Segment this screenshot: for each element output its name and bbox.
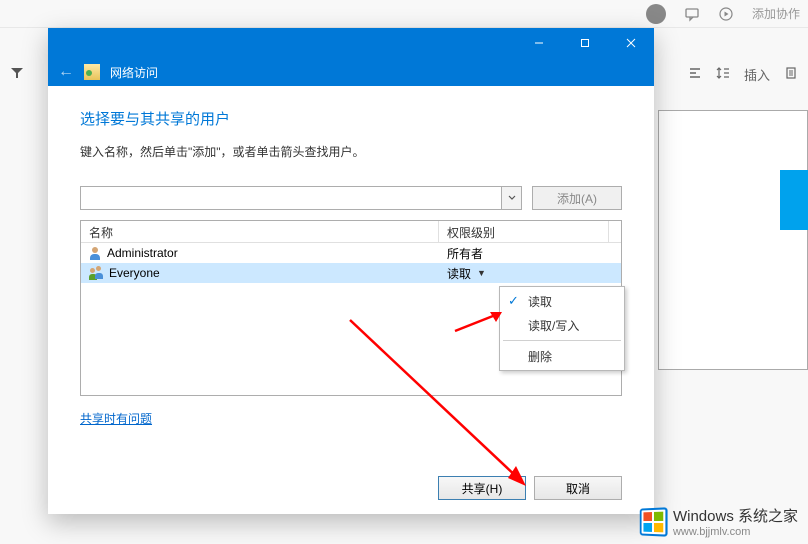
menu-label: 删除 — [528, 348, 552, 365]
row-name: Administrator — [107, 246, 178, 260]
watermark-brand: Windows 系统之家 — [673, 505, 798, 526]
folder-share-icon — [84, 64, 100, 80]
dialog-type-label: 网络访问 — [110, 64, 158, 81]
doc-icon — [784, 66, 798, 83]
row-permission: 所有者 — [447, 245, 483, 262]
watermark: Windows 系统之家 www.bjjmlv.com — [639, 505, 798, 538]
dialog-header-nav: ← 网络访问 — [48, 58, 654, 86]
user-name-input[interactable] — [81, 187, 501, 209]
menu-label: 读取/写入 — [528, 317, 579, 334]
menu-item-read[interactable]: ✓ 读取 — [502, 289, 622, 313]
column-permission-header[interactable]: 权限级别 — [439, 221, 609, 243]
column-name-header[interactable]: 名称 — [81, 221, 439, 243]
maximize-button[interactable] — [562, 28, 608, 58]
dialog-button-row: 共享(H) 取消 — [80, 476, 622, 500]
close-button[interactable] — [608, 28, 654, 58]
menu-separator — [503, 340, 621, 341]
list-row-everyone[interactable]: Everyone 读取 ▼ — [81, 263, 621, 283]
dialog-heading: 选择要与其共享的用户 — [80, 108, 622, 129]
group-icon — [89, 266, 105, 280]
chat-icon — [684, 6, 700, 22]
play-icon — [718, 6, 734, 22]
user-combobox[interactable] — [80, 186, 522, 210]
combobox-dropdown-icon[interactable] — [501, 187, 521, 209]
list-row-administrator[interactable]: Administrator 所有者 — [81, 243, 621, 263]
cancel-button[interactable]: 取消 — [534, 476, 622, 500]
minimize-button[interactable] — [516, 28, 562, 58]
menu-item-read-write[interactable]: 读取/写入 — [502, 313, 622, 337]
background-accent-strip — [780, 170, 808, 230]
add-button[interactable]: 添加(A) — [532, 186, 622, 210]
user-avatar-icon — [646, 4, 666, 24]
dialog-subtitle: 键入名称，然后单击"添加"，或者单击箭头查找用户。 — [80, 143, 622, 160]
insert-label: 插入 — [744, 65, 770, 84]
watermark-url: www.bjjmlv.com — [673, 526, 798, 538]
menu-item-delete[interactable]: 删除 — [502, 344, 622, 368]
help-link[interactable]: 共享时有问题 — [80, 410, 152, 427]
row-permission: 读取 — [447, 265, 471, 282]
network-access-dialog: ← 网络访问 选择要与其共享的用户 键入名称，然后单击"添加"，或者单击箭头查找… — [48, 28, 654, 514]
share-button[interactable]: 共享(H) — [438, 476, 526, 500]
menu-label: 读取 — [528, 293, 552, 310]
permission-dropdown-icon[interactable]: ▼ — [477, 268, 486, 278]
check-icon: ✓ — [508, 293, 519, 309]
dialog-titlebar — [48, 28, 654, 58]
windows-logo-icon — [640, 507, 668, 536]
add-user-row: 添加(A) — [80, 186, 622, 210]
permission-context-menu: ✓ 读取 读取/写入 删除 — [499, 286, 625, 371]
row-name: Everyone — [109, 266, 160, 280]
line-spacing-icon — [716, 66, 730, 83]
filter-icon — [10, 66, 24, 83]
background-side-panel — [658, 110, 808, 370]
add-collab-label: 添加协作 — [752, 5, 800, 22]
back-arrow-icon[interactable]: ← — [58, 63, 74, 81]
user-icon — [89, 246, 103, 260]
align-icon — [688, 66, 702, 83]
list-header: 名称 权限级别 — [81, 221, 621, 243]
background-top-toolbar: 添加协作 — [0, 0, 808, 28]
